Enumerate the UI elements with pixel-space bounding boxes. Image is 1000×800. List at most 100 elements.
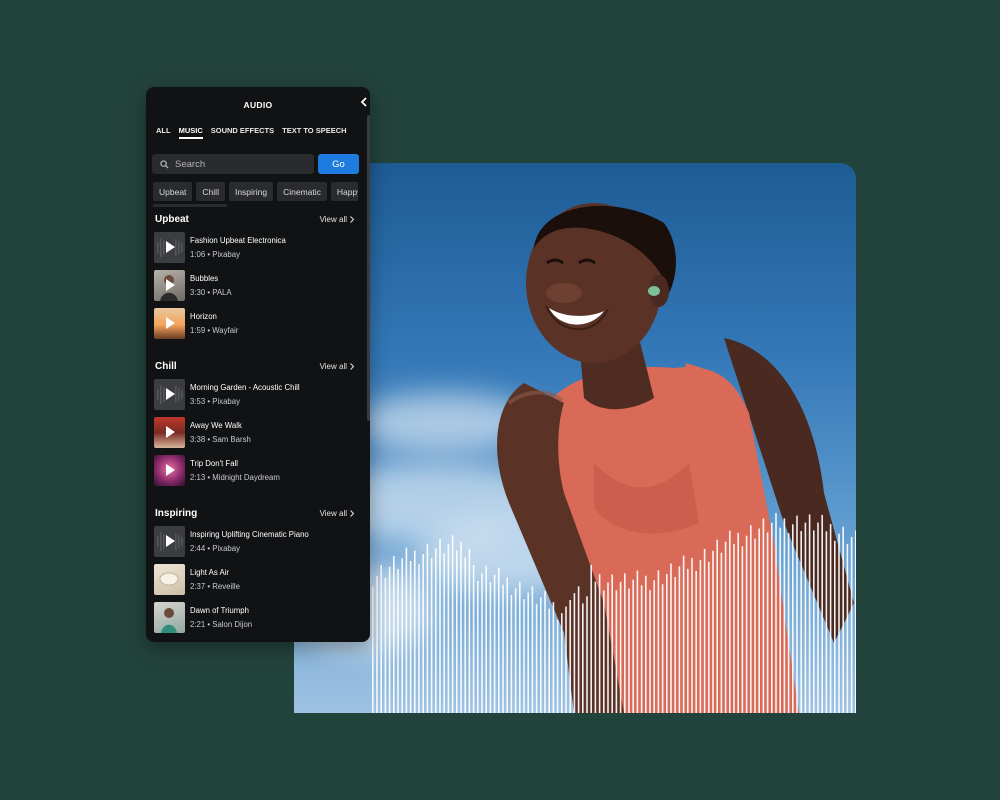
waveform-bar — [850, 537, 853, 713]
chevron-right-icon — [350, 215, 354, 223]
track-item[interactable]: Horizon 1:59 • Wayfair — [146, 307, 370, 339]
play-icon[interactable] — [166, 464, 175, 476]
view-all-link[interactable]: View all — [320, 509, 354, 518]
waveform-bar — [376, 575, 378, 713]
track-item[interactable]: Away We Walk 3:38 • Sam Barsh — [146, 416, 370, 448]
tab-music[interactable]: MUSIC — [178, 121, 203, 139]
track-meta: 1:06 • Pixabay — [190, 249, 240, 259]
track-title: Fashion Upbeat Electronica — [190, 235, 286, 245]
track-thumbnail — [154, 231, 185, 263]
play-icon[interactable] — [166, 279, 175, 291]
waveform-bar — [603, 590, 605, 713]
hero-photo — [294, 163, 856, 713]
genre-chips: Upbeat Chill Inspiring Cinematic Happy — [153, 182, 358, 201]
waveform-bar — [678, 566, 681, 713]
play-icon[interactable] — [166, 241, 175, 253]
waveform-bar — [573, 593, 576, 713]
track-thumbnail — [154, 525, 185, 557]
waveform-bar — [842, 526, 844, 713]
waveform-bar — [468, 549, 471, 713]
track-item[interactable]: Bubbles 3:30 • PALA — [146, 269, 370, 301]
waveform-bar — [523, 599, 525, 713]
waveform-bar — [661, 584, 664, 713]
waveform-bar — [552, 602, 555, 713]
track-title: Inspiring Uplifting Cinematic Piano — [190, 529, 309, 539]
search-input[interactable] — [175, 158, 305, 170]
waveform-bar — [409, 561, 412, 713]
section-title: Upbeat — [155, 213, 189, 225]
waveform-bar — [460, 541, 462, 713]
waveform-bar — [737, 533, 739, 713]
track-item[interactable]: Morning Garden - Acoustic Chill 3:53 • P… — [146, 378, 370, 410]
track-item[interactable]: Light As Air 2:37 • Reveille — [146, 563, 370, 595]
tab-text-to-speech[interactable]: TEXT TO SPEECH — [282, 121, 346, 139]
waveform-bar — [510, 594, 513, 713]
tab-all[interactable]: ALL — [156, 121, 171, 139]
waveform-bar — [825, 531, 828, 713]
chip-cinematic[interactable]: Cinematic — [277, 182, 327, 201]
waveform-bar — [594, 581, 597, 713]
waveform-bar — [657, 570, 660, 713]
waveform-bar — [758, 528, 760, 713]
waveform-bar — [838, 533, 840, 713]
section-title: Inspiring — [155, 507, 198, 519]
waveform-bar — [716, 539, 718, 713]
play-icon[interactable] — [166, 426, 175, 438]
feather-thumbnail-art — [159, 572, 179, 585]
waveform-bar — [439, 538, 441, 713]
play-icon[interactable] — [166, 535, 175, 547]
track-item[interactable]: Inspiring Uplifting Cinematic Piano 2:44… — [146, 525, 370, 557]
portrait-thumbnail-art — [161, 607, 177, 633]
track-title: Trip Don't Fall — [190, 458, 238, 468]
waveform-bar — [430, 558, 433, 713]
waveform-bar — [611, 574, 613, 713]
chip-happy[interactable]: Happy — [330, 182, 358, 201]
play-icon[interactable] — [166, 388, 175, 400]
chip-upbeat[interactable]: Upbeat — [153, 182, 193, 201]
waveform-bar — [691, 557, 693, 713]
section-chill: Chill View all Morning Garden - Acoustic… — [146, 359, 370, 486]
waveform-bar — [733, 543, 735, 713]
waveform-bar — [645, 575, 647, 713]
collapse-panel-button[interactable] — [358, 95, 368, 109]
track-thumbnail — [154, 307, 185, 339]
view-all-link[interactable]: View all — [320, 362, 354, 371]
waveform-bar — [451, 535, 454, 713]
waveform-bar — [720, 552, 723, 713]
chip-chill[interactable]: Chill — [196, 182, 225, 201]
view-all-link[interactable]: View all — [320, 215, 354, 224]
waveform-bar — [502, 584, 504, 713]
waveform-bar — [514, 588, 517, 713]
track-meta: 2:21 • Salon Dijon — [190, 619, 253, 629]
track-item[interactable]: Dawn of Triumph 2:21 • Salon Dijon — [146, 601, 370, 633]
view-all-label: View all — [319, 361, 347, 371]
waveform-bar — [821, 514, 823, 713]
tab-sound-effects[interactable]: SOUND EFFECTS — [211, 121, 274, 139]
track-meta: 3:30 • PALA — [190, 287, 232, 297]
panel-title: AUDIO — [243, 100, 273, 110]
waveform-bar — [388, 566, 391, 713]
waveform-bar — [666, 573, 668, 713]
chip-inspiring[interactable]: Inspiring — [228, 182, 274, 201]
track-thumbnail — [154, 454, 185, 486]
panel-scrollbar[interactable] — [367, 115, 370, 421]
chips-scroll-indicator[interactable] — [153, 204, 227, 207]
waveform-bar — [443, 553, 445, 713]
track-item[interactable]: Fashion Upbeat Electronica 1:06 • Pixaba… — [146, 231, 370, 263]
track-item[interactable]: Trip Don't Fall 2:13 • Midnight Daydream — [146, 454, 370, 486]
waveform-bar — [586, 596, 588, 713]
waveform-bar — [771, 522, 773, 713]
waveform-bar — [498, 567, 500, 713]
waveform-bar — [670, 563, 672, 713]
waveform-bar — [569, 599, 571, 713]
go-button[interactable]: Go — [318, 154, 359, 174]
waveform-bar — [577, 586, 580, 713]
waveform-bar — [834, 540, 836, 713]
search-icon — [160, 159, 169, 169]
waveform-bar — [481, 573, 483, 713]
waveform-bar — [422, 554, 424, 713]
waveform-bar — [766, 532, 769, 713]
waveform-bar — [607, 582, 609, 713]
waveform-bar — [792, 524, 794, 713]
play-icon[interactable] — [166, 317, 175, 329]
